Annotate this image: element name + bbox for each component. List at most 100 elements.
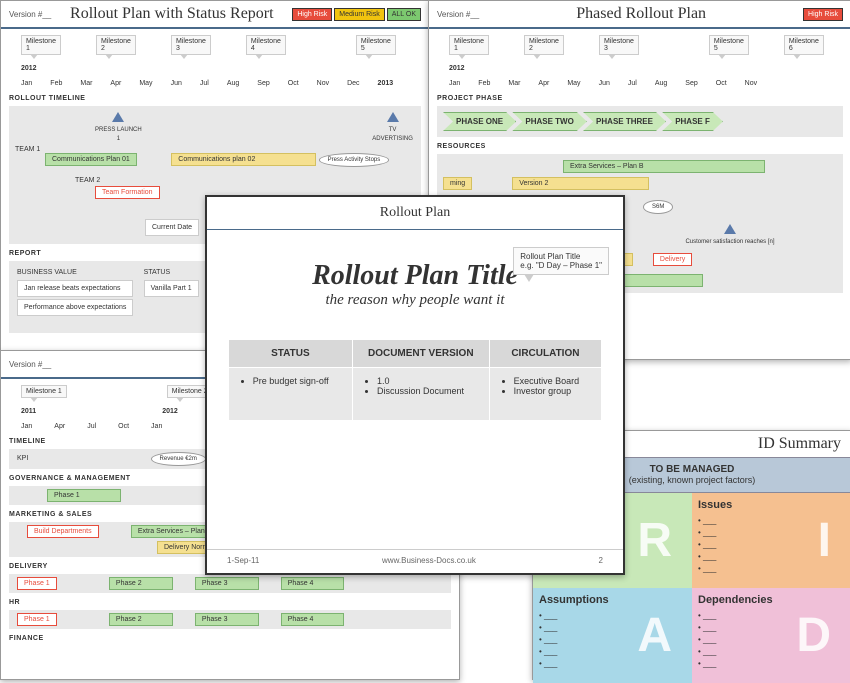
report-status-title: STATUS <box>144 269 199 276</box>
badge-high-risk: High Risk <box>292 8 332 21</box>
milestone: Milestone 1 <box>449 35 489 55</box>
bar-delivery-c: Delivery <box>653 253 692 266</box>
month: Apr <box>110 80 121 87</box>
raid-label: Dependencies <box>698 594 845 606</box>
month: Feb <box>50 80 62 87</box>
month-axis: 2012 <box>1 61 429 76</box>
triangle-icon <box>387 112 399 122</box>
raid-label: Assumptions <box>539 594 686 606</box>
slide2-title: Phased Rollout Plan <box>479 5 803 23</box>
footer-url: www.Business-Docs.co.uk <box>382 556 476 565</box>
th-circulation: CIRCULATION <box>489 340 602 368</box>
bar-build: Build Departments <box>27 525 99 538</box>
version-label: Version #__ <box>437 10 479 19</box>
raid-letter: I <box>818 513 831 568</box>
bar-comm2: Communications plan 02 <box>171 153 316 166</box>
milestone: Milestone 5 <box>709 35 749 55</box>
slide1-header: Version #__ Rollout Plan with Status Rep… <box>1 1 429 29</box>
milestone: Milestone 4 <box>246 35 286 55</box>
bar-phase2: Phase 2 <box>109 613 173 626</box>
marker-press: PRESS LAUNCH 1 <box>95 127 142 142</box>
month: Oct <box>288 80 299 87</box>
month: May <box>139 80 152 87</box>
risk-badges: High Risk Medium Risk ALL OK <box>292 8 421 21</box>
version-label: Version #__ <box>9 10 51 19</box>
oval-revenue: Revenue €2m <box>151 452 206 466</box>
report-item: Jan release beats expectations <box>17 280 133 297</box>
milestone: Milestone 2 <box>96 35 136 55</box>
raid-cell-assumptions: Assumptions • ___• ___• ___• ___• ___ A <box>533 588 692 683</box>
section-finance: FINANCE <box>1 631 459 644</box>
raid-letter: A <box>637 608 672 663</box>
month: Jul <box>200 80 209 87</box>
milestone: Milestone 3 <box>599 35 639 55</box>
slide1-title: Rollout Plan with Status Report <box>51 5 292 23</box>
bar-phase4: Phase 4 <box>281 577 345 590</box>
hr-row: Phase 1 Phase 2 Phase 3 Phase 4 <box>9 610 451 629</box>
milestone: Milestone 6 <box>784 35 824 55</box>
bar-extra: Extra Services – Plan B <box>563 160 765 173</box>
marker-customer: Customer satisfaction reaches [n] <box>685 239 774 245</box>
callout-box: Rollout Plan Title e.g. "D Day – Phase 1… <box>513 247 609 275</box>
month: Aug <box>227 80 239 87</box>
milestone: Milestone 1 <box>21 35 61 55</box>
team1-label: TEAM 1 <box>15 146 415 153</box>
report-business-value: BUSINESS VALUE Jan release beats expecta… <box>17 269 133 318</box>
milestone: Milestone 1 <box>21 385 67 398</box>
kpi-label: KPI <box>17 455 28 462</box>
td-status: Pre budget sign-off <box>228 368 352 421</box>
bar-comm1: Communications Plan 01 <box>45 153 137 166</box>
center-footer: 1-Sep-11 www.Business-Docs.co.uk 2 <box>207 549 623 565</box>
year: 2012 <box>162 408 178 415</box>
milestone: Milestone 2 <box>524 35 564 55</box>
phase-arrow: PHASE TWO <box>512 112 586 131</box>
year-start: 2012 <box>21 65 37 72</box>
year: 2011 <box>21 408 36 415</box>
bar-phase4: Phase 4 <box>281 613 345 626</box>
report-item: Performance above expectations <box>17 299 133 316</box>
center-header: Rollout Plan <box>207 197 623 230</box>
raid-header-line1: TO BE MANAGED <box>650 464 735 475</box>
center-subtitle: the reason why people want it <box>207 292 623 309</box>
report-bv-title: BUSINESS VALUE <box>17 269 133 276</box>
raid-cell-dependencies: Dependencies • ___• ___• ___• ___• ___ D <box>692 588 850 683</box>
month: Mar <box>80 80 92 87</box>
month-axis-labels: Jan Feb Mar Apr May Jun Jul Aug Sep Oct … <box>1 76 429 91</box>
bar-phase2: Phase 2 <box>109 577 173 590</box>
section-hr: HR <box>1 595 459 608</box>
phase-arrow: PHASE F <box>662 112 723 131</box>
section-resources: RESOURCES <box>429 139 850 152</box>
month: Dec <box>347 80 359 87</box>
bar-phase1: Phase 1 <box>47 489 121 502</box>
triangle-icon <box>724 224 736 234</box>
bar-phase1: Phase 1 <box>17 613 57 626</box>
section-timeline: ROLLOUT TIMELINE <box>1 91 429 104</box>
version-label: Version #__ <box>9 360 51 369</box>
th-version: DOCUMENT VERSION <box>352 340 489 368</box>
marker-tv: TV ADVERTISING <box>372 127 413 142</box>
oval-s6m: S6M <box>643 200 673 214</box>
raid-label: Issues <box>698 499 845 511</box>
th-status: STATUS <box>228 340 352 368</box>
bar-ming: ming <box>443 177 472 190</box>
slide-rollout-cover: Rollout Plan Rollout Plan Title e.g. "D … <box>205 195 625 575</box>
phase-arrow: PHASE THREE <box>583 112 666 131</box>
phase-arrow: PHASE ONE <box>443 112 516 131</box>
phase-block: PHASE ONE PHASE TWO PHASE THREE PHASE F <box>437 106 843 137</box>
month: Jan <box>21 80 32 87</box>
bar-phase1: Phase 1 <box>17 577 57 590</box>
delivery-row: Phase 1 Phase 2 Phase 3 Phase 4 <box>9 574 451 593</box>
month: Sep <box>257 80 269 87</box>
milestone: Milestone 5 <box>356 35 396 55</box>
current-date-marker: Current Date <box>145 219 199 236</box>
oval-press-stop: Press Activity Stops <box>319 153 390 167</box>
milestone: Milestone 3 <box>171 35 211 55</box>
report-item: Vanilla Part 1 <box>144 280 199 297</box>
report-status: STATUS Vanilla Part 1 <box>144 269 199 299</box>
milestone-row: Milestone 1 Milestone 2 Milestone 3 Mile… <box>429 29 850 61</box>
badge-all-ok: ALL OK <box>387 8 421 21</box>
bar-phase3: Phase 3 <box>195 613 259 626</box>
raid-letter: D <box>796 608 831 663</box>
year-start: 2012 <box>449 65 465 72</box>
raid-cell-issues: Issues • ___• ___• ___• ___• ___ I <box>692 493 850 588</box>
